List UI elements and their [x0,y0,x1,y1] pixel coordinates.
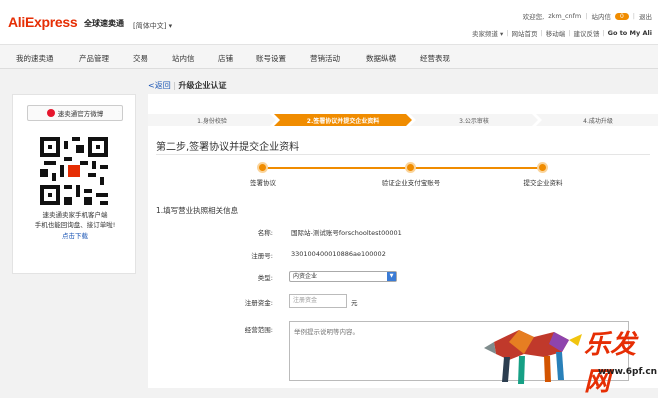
watermark-text: 乐发网 [584,324,654,398]
page-title: 升级企业认证 [179,81,227,90]
step-bar: 1.身份校验 2.签署协议并提交企业资料 3.公示审核 4.成功升级 [148,114,658,126]
weibo-button[interactable]: 速卖通官方微博 [27,105,123,121]
weibo-label: 速卖通官方微博 [58,108,104,118]
capital-unit: 元 [351,297,358,307]
type-label: 类型: [148,272,273,282]
nav-transactions[interactable]: 交易 [133,53,148,64]
bull-logo-icon [474,312,584,386]
reg-value: 330100400010886ae100002 [291,250,386,258]
progress-line [263,167,543,169]
sidebar-promo: 速卖通官方微博 速卖通卖家手机客户端 手机也能回询盘、接订单啦! 点击下载 [12,94,136,274]
nav-my-aliexpress[interactable]: 我的速卖通 [16,53,54,64]
nav-marketing[interactable]: 营销活动 [310,53,340,64]
nav-performance[interactable]: 经营表现 [420,53,450,64]
language-selector[interactable]: [简体中文] ▾ [133,21,172,31]
nav-product-management[interactable]: 产品管理 [79,53,109,64]
feedback-link[interactable]: 建议反馈 [573,28,599,38]
watermark-url: www.6pf.cn [598,367,657,377]
progress-dot-2 [405,162,416,173]
username-link[interactable]: zkm_cnfm [548,12,581,20]
step-1: 1.身份校验 [148,114,276,126]
section-title: 1.填写营业执照相关信息 [156,205,238,216]
goto-my-ali-link[interactable]: Go to My Ali [608,29,652,37]
watermark: 乐发网 www.6pf.cn [474,312,654,386]
back-link[interactable]: <返回 [148,81,171,90]
download-link[interactable]: 点击下载 [13,230,137,240]
type-select[interactable]: 内资企业 ▼ [289,271,397,282]
progress-dot-1 [257,162,268,173]
app-promo-line2: 手机也能回询盘、接订单啦! [13,219,137,229]
inbox-count-badge: 0 [615,13,629,20]
inbox-link[interactable]: 站内信 [591,11,611,21]
nav-messages[interactable]: 站内信 [172,53,195,64]
reg-label: 注册号: [148,250,273,260]
progress-label-2: 验证企业支付宝账号 [382,177,441,187]
main-nav: 我的速卖通 产品管理 交易 站内信 店铺 账号设置 营销活动 数据纵横 经营表现 [0,44,658,69]
progress-dot-3 [537,162,548,173]
progress-label-3: 提交企业资料 [524,177,563,187]
nav-store[interactable]: 店铺 [218,53,233,64]
step-heading: 第二步,签署协议并提交企业资料 [156,138,299,153]
divider [156,154,650,155]
type-select-value: 内资企业 [293,273,317,280]
weibo-icon [47,109,55,117]
exit-link[interactable]: 退出 [639,11,652,21]
step-4: 4.成功升级 [538,114,658,126]
step-2: 2.签署协议并提交企业资料 [276,114,410,126]
site-home-link[interactable]: 网站首页 [512,28,538,38]
name-value: 国际站-测试账号forschooltest00001 [291,227,402,237]
aliexpress-logo[interactable]: AliExpress [8,14,77,30]
name-label: 名称: [148,227,273,237]
top-header: AliExpress 全球速卖通 [简体中文] ▾ 欢迎您, zkm_cnfm … [0,0,658,44]
progress-label-1: 签署协议 [250,177,276,187]
scope-label: 经营范围: [148,324,273,334]
user-bar: 欢迎您, zkm_cnfm | 站内信 0 | 退出 [523,11,652,21]
mobile-link[interactable]: 移动端 [546,28,566,38]
breadcrumb: <返回 | 升级企业认证 [148,80,227,91]
seller-channel-link[interactable]: 卖家频道 ▾ [472,28,503,38]
nav-account-settings[interactable]: 账号设置 [256,53,286,64]
capital-input[interactable]: 注册资金 [289,294,347,308]
top-links: 卖家频道 ▾ | 网站首页 | 移动端 | 建议反馈 | Go to My Al… [472,28,652,38]
welcome-text: 欢迎您, [523,11,545,21]
step-3: 3.公示审核 [412,114,536,126]
chevron-down-icon[interactable]: ▼ [387,272,396,281]
capital-label: 注册资金: [148,297,273,307]
qr-code-image [40,137,108,205]
nav-data[interactable]: 数据纵横 [366,53,396,64]
logo-subtitle: 全球速卖通 [84,18,124,29]
app-promo-line1: 速卖通卖家手机客户端 [13,209,137,219]
